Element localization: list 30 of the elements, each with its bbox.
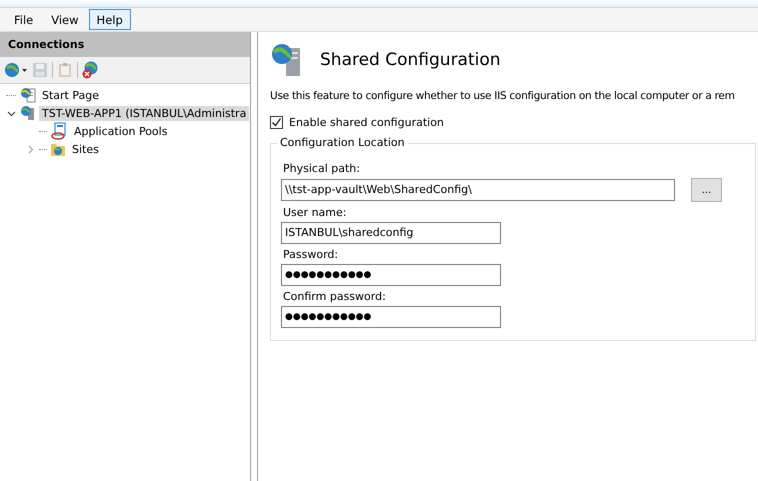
server-globe-icon xyxy=(20,105,36,121)
password-field[interactable]: ●●●●●●●●●●● xyxy=(281,306,501,328)
page-globe-icon xyxy=(20,87,36,103)
panel-header: Connections xyxy=(0,32,250,57)
folder-globe-icon xyxy=(50,141,66,157)
expand-chevron-icon[interactable] xyxy=(26,144,34,154)
tree-item[interactable]: Start Page xyxy=(39,88,102,102)
group-title: Configuration Location xyxy=(277,136,408,149)
checkbox[interactable] xyxy=(270,116,283,129)
field-label: Confirm password: xyxy=(282,290,387,303)
menu-item[interactable]: Help xyxy=(88,9,131,30)
browse-button[interactable]: ... xyxy=(691,178,722,202)
menu-item[interactable]: View xyxy=(43,9,87,30)
description-text: Use this feature to configure whether to use IIS configuration on the local computer or a rem xyxy=(270,90,736,102)
text-field[interactable]: ISTANBUL\sharedconfig xyxy=(281,222,501,244)
tree-item[interactable]: Sites xyxy=(69,142,102,156)
password-field[interactable]: ●●●●●●●●●●● xyxy=(281,264,501,286)
collapse-chevron-icon[interactable] xyxy=(6,108,16,118)
field-label: Physical path: xyxy=(282,162,361,175)
page-title: Shared Configuration xyxy=(320,50,501,70)
tree-item[interactable]: Application Pools xyxy=(71,124,170,138)
app-pool-icon xyxy=(50,122,68,140)
text-field[interactable]: \\tst-app-vault\Web\SharedConfig\ xyxy=(281,179,675,201)
checkbox-label: Enable shared configuration xyxy=(289,116,444,129)
field-label: User name: xyxy=(282,206,348,219)
menu-item[interactable]: File xyxy=(6,9,42,30)
globe-disconnect-icon[interactable] xyxy=(82,61,100,79)
field-label: Password: xyxy=(282,248,340,261)
tree-item[interactable]: TST-WEB-APP1 (ISTANBUL\Administra xyxy=(39,106,250,120)
globe-dropdown-icon[interactable] xyxy=(4,62,28,78)
